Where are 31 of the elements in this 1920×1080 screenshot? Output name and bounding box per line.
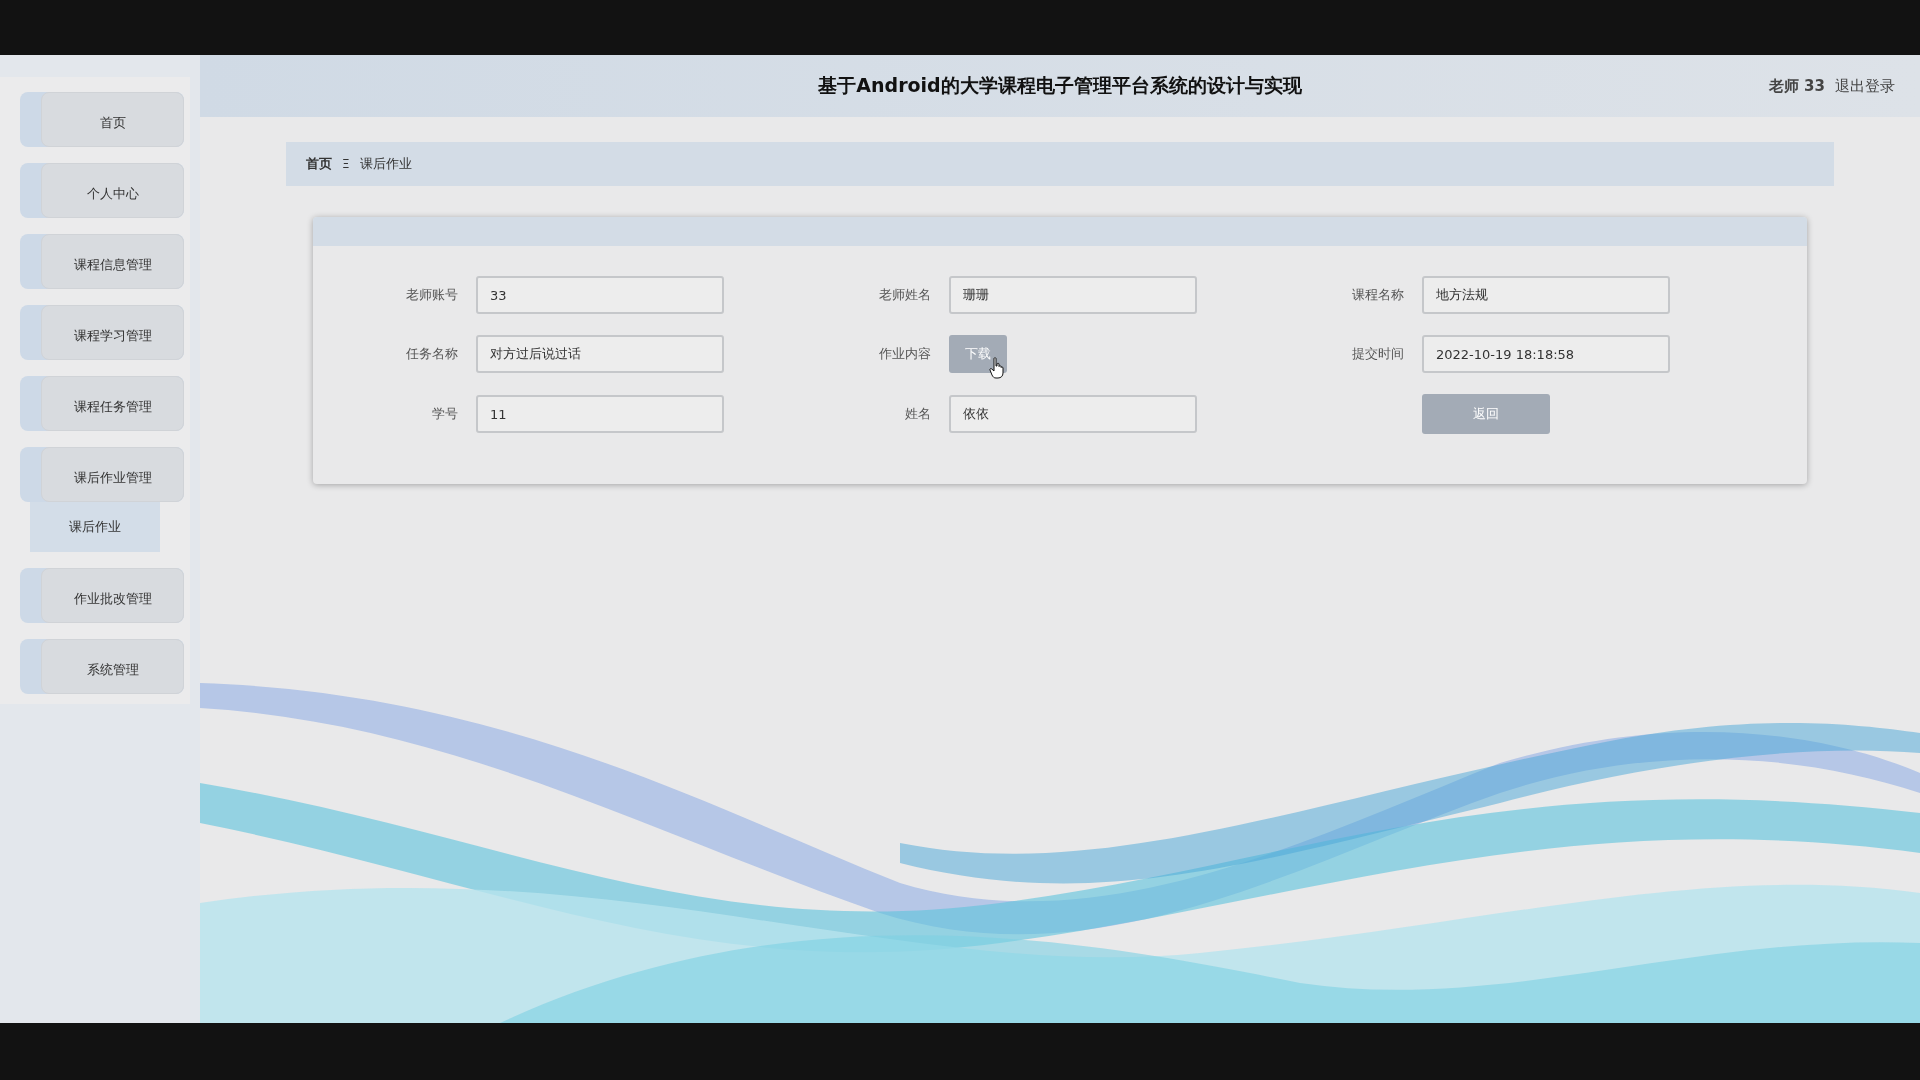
- breadcrumb-link[interactable]: 课后作业: [359, 155, 412, 173]
- input-field[interactable]: 11: [476, 395, 724, 433]
- field-label: 作业内容: [878, 345, 931, 363]
- logout-link[interactable]: 退出登录: [1835, 76, 1895, 96]
- input-field[interactable]: 对方过后说过话: [476, 335, 724, 373]
- sidebar-item[interactable]: 课程任务管理: [20, 376, 184, 431]
- field-label: 课程名称: [1351, 286, 1404, 304]
- field-label: 提交时间: [1351, 345, 1404, 363]
- breadcrumb-link[interactable]: 首页: [306, 155, 332, 173]
- page-title: 基于Android的大学课程电子管理平台系统的设计与实现: [818, 73, 1302, 98]
- field-label: 任务名称: [405, 345, 458, 363]
- input-field[interactable]: 依依: [949, 395, 1197, 433]
- sidebar-item[interactable]: 作业批改管理: [20, 568, 184, 623]
- sidebar-item[interactable]: 系统管理: [20, 639, 184, 694]
- sidebar-item[interactable]: 个人中心: [20, 163, 184, 218]
- sidebar-item[interactable]: 课程学习管理: [20, 305, 184, 360]
- input-field[interactable]: 珊珊: [949, 276, 1197, 314]
- field-label: 老师姓名: [878, 286, 931, 304]
- breadcrumb-separator: Ξ: [342, 157, 350, 171]
- sidebar-item[interactable]: 首页: [20, 92, 184, 147]
- field-label: 姓名: [904, 405, 931, 423]
- input-field[interactable]: 33: [476, 276, 724, 314]
- input-field[interactable]: 地方法规: [1422, 276, 1670, 314]
- sidebar-item[interactable]: 课后作业管理: [20, 447, 184, 502]
- input-field[interactable]: 2022-10-19 18:18:58: [1422, 335, 1670, 373]
- sidebar-subitem[interactable]: 课后作业: [30, 502, 160, 552]
- field-label: 学号: [431, 405, 458, 423]
- sidebar-item[interactable]: 课程信息管理: [20, 234, 184, 289]
- user-name: 老师 33: [1768, 76, 1825, 96]
- hand-cursor-icon: [989, 357, 1005, 379]
- field-label: 老师账号: [405, 286, 458, 304]
